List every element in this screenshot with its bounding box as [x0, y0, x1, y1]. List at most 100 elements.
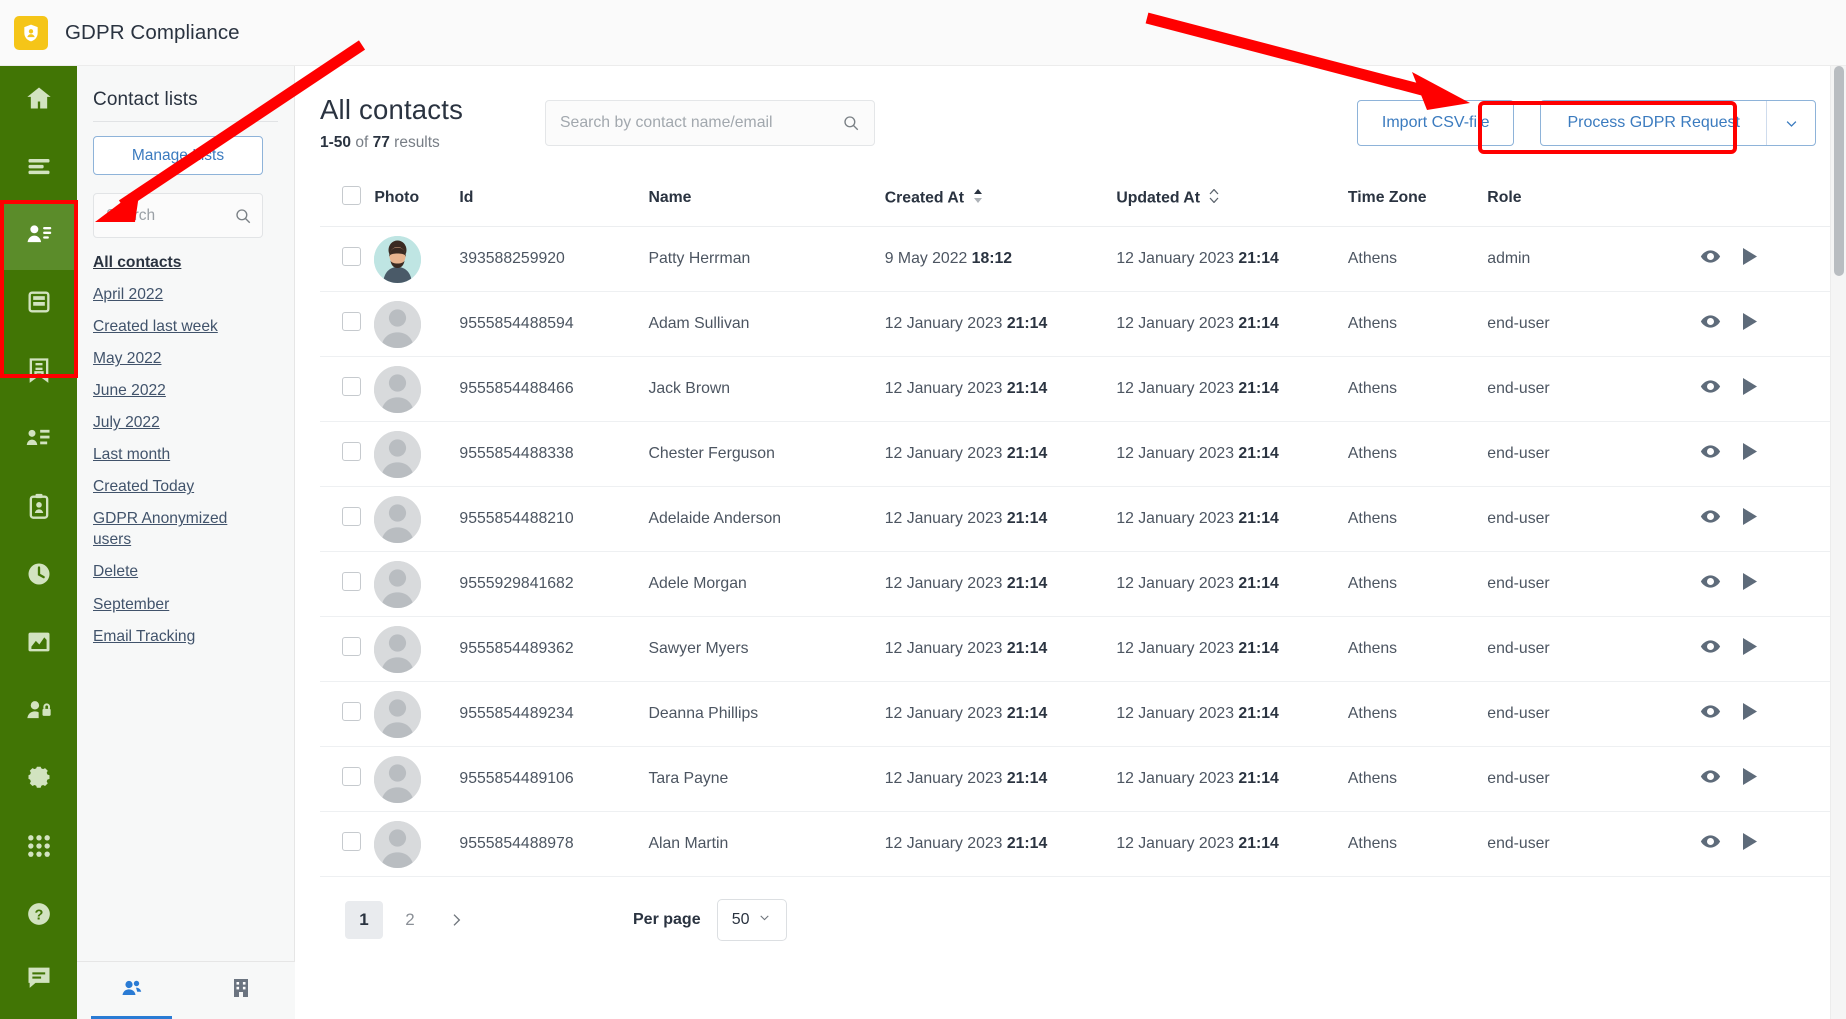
chevron-right-icon[interactable]: [437, 901, 475, 939]
rail-item-settings[interactable]: [0, 746, 77, 814]
col-header-updated-at[interactable]: Updated At: [1116, 174, 1348, 227]
row-checkbox[interactable]: [342, 767, 361, 786]
row-checkbox[interactable]: [342, 442, 361, 461]
row-time-zone: Athens: [1347, 811, 1488, 877]
table-row[interactable]: 9555854488594 Adam Sullivan 12 January 202…: [320, 291, 1830, 357]
play-triangle-icon[interactable]: [1741, 507, 1758, 531]
vertical-scrollbar[interactable]: [1830, 66, 1846, 1019]
per-page-select[interactable]: 50: [716, 899, 787, 941]
eye-icon[interactable]: [1700, 636, 1721, 662]
list-link-all-contacts[interactable]: All contacts: [93, 252, 269, 273]
play-triangle-icon[interactable]: [1741, 767, 1758, 791]
row-name: Chester Ferguson: [648, 421, 885, 487]
row-checkbox[interactable]: [342, 637, 361, 656]
rail-item-contacts[interactable]: [0, 202, 77, 271]
table-row[interactable]: 9555854488210 Adelaide Anderson 12 January…: [320, 486, 1830, 552]
row-checkbox[interactable]: [342, 702, 361, 721]
rail-item-clipboard-user[interactable]: [0, 474, 77, 542]
rail-item-bookmark[interactable]: [0, 338, 77, 406]
list-link-last-month[interactable]: Last month: [93, 444, 269, 465]
eye-icon[interactable]: [1700, 506, 1721, 532]
table-row[interactable]: 9555854488466 Jack Brown 12 January 2023 2…: [320, 356, 1830, 422]
list-link-delete[interactable]: Delete: [93, 561, 269, 582]
row-checkbox[interactable]: [342, 572, 361, 591]
rail-item-chat[interactable]: [0, 951, 77, 1019]
eye-icon[interactable]: [1700, 766, 1721, 792]
row-checkbox[interactable]: [342, 312, 361, 331]
eye-icon[interactable]: [1700, 441, 1721, 467]
contact-search-box[interactable]: [545, 100, 876, 146]
rail-item-history[interactable]: [0, 542, 77, 610]
row-name: Jack Brown: [648, 356, 885, 422]
scrollbar-thumb[interactable]: [1834, 66, 1844, 276]
eye-icon[interactable]: [1700, 311, 1721, 337]
eye-icon[interactable]: [1700, 701, 1721, 727]
list-link-email-tracking[interactable]: Email Tracking: [93, 626, 269, 647]
table-row[interactable]: 9555854488978 Alan Martin 12 January 2023 …: [320, 811, 1830, 877]
col-header-created-at[interactable]: Created At: [884, 174, 1117, 227]
table-row[interactable]: 9555929841682 Adele Morgan 12 January 2023…: [320, 551, 1830, 617]
row-checkbox[interactable]: [342, 377, 361, 396]
chevron-down-icon[interactable]: [1767, 101, 1815, 145]
table-row[interactable]: 393588259920 Patty Herrman 9 May 2022 18:1…: [320, 226, 1830, 292]
row-checkbox[interactable]: [342, 247, 361, 266]
eye-icon[interactable]: [1700, 376, 1721, 402]
list-link-may-2022[interactable]: May 2022: [93, 348, 269, 369]
select-all-checkbox[interactable]: [342, 186, 361, 205]
list-link-july-2022[interactable]: July 2022: [93, 412, 269, 433]
list-link-created-today[interactable]: Created Today: [93, 476, 269, 497]
contact-search-input[interactable]: [546, 101, 875, 145]
play-triangle-icon[interactable]: [1741, 247, 1758, 271]
table-row[interactable]: 9555854488338 Chester Ferguson 12 January …: [320, 421, 1830, 487]
eye-icon[interactable]: [1700, 246, 1721, 272]
list-link-june-2022[interactable]: June 2022: [93, 380, 269, 401]
process-gdpr-request-button[interactable]: Process GDPR Request: [1541, 101, 1767, 145]
play-triangle-icon[interactable]: [1741, 442, 1758, 466]
import-csv-button[interactable]: Import CSV-file: [1356, 100, 1515, 146]
col-header-id[interactable]: Id: [459, 174, 649, 227]
rail-item-analytics[interactable]: [0, 610, 77, 678]
row-checkbox-cell: [320, 811, 375, 877]
row-checkbox[interactable]: [342, 832, 361, 851]
row-time-zone: Athens: [1347, 226, 1488, 292]
row-updated-at: 12 January 2023 21:14: [1116, 811, 1348, 877]
play-triangle-icon[interactable]: [1741, 702, 1758, 726]
eye-icon[interactable]: [1700, 571, 1721, 597]
manage-lists-button[interactable]: Manage Lists: [93, 136, 263, 175]
row-role: end-user: [1487, 616, 1700, 682]
play-triangle-icon[interactable]: [1741, 637, 1758, 661]
rail-item-help[interactable]: ?: [0, 883, 77, 951]
row-checkbox[interactable]: [342, 507, 361, 526]
col-header-time-zone[interactable]: Time Zone: [1347, 174, 1488, 227]
list-link-april-2022[interactable]: April 2022: [93, 284, 269, 305]
play-triangle-icon[interactable]: [1741, 572, 1758, 596]
rail-item-apps[interactable]: [0, 815, 77, 883]
rail-item-database[interactable]: [0, 270, 77, 338]
rail-item-home[interactable]: [0, 66, 77, 134]
play-triangle-icon[interactable]: [1741, 377, 1758, 401]
col-header-photo[interactable]: Photo: [374, 174, 460, 227]
list-link-created-last-week[interactable]: Created last week: [93, 316, 269, 337]
rail-item-lists[interactable]: [0, 134, 77, 202]
table-row[interactable]: 9555854489234 Deanna Phillips 12 January 2…: [320, 681, 1830, 747]
col-header-role[interactable]: Role: [1487, 174, 1700, 227]
col-header-actions: [1699, 174, 1830, 227]
tab-companies[interactable]: [186, 962, 295, 1019]
list-link-september[interactable]: September: [93, 594, 269, 615]
tab-contacts[interactable]: [77, 962, 186, 1019]
list-search-box[interactable]: [93, 193, 263, 238]
rail-item-org-chart[interactable]: [0, 406, 77, 474]
table-row[interactable]: 9555854489106 Tara Payne 12 January 2023 2…: [320, 746, 1830, 812]
divider: [93, 121, 278, 122]
list-link-gdpr-anonymized-users[interactable]: GDPR Anonymized users: [93, 508, 269, 550]
page-button-2[interactable]: 2: [391, 901, 429, 939]
page-button-1[interactable]: 1: [345, 901, 383, 939]
table-row[interactable]: 9555854489362 Sawyer Myers 12 January 2023…: [320, 616, 1830, 682]
row-actions-cell: [1699, 811, 1830, 877]
rail-item-privacy[interactable]: [0, 678, 77, 746]
col-header-name[interactable]: Name: [648, 174, 885, 227]
row-role: end-user: [1487, 421, 1700, 487]
play-triangle-icon[interactable]: [1741, 312, 1758, 336]
eye-icon[interactable]: [1700, 831, 1721, 857]
play-triangle-icon[interactable]: [1741, 832, 1758, 856]
